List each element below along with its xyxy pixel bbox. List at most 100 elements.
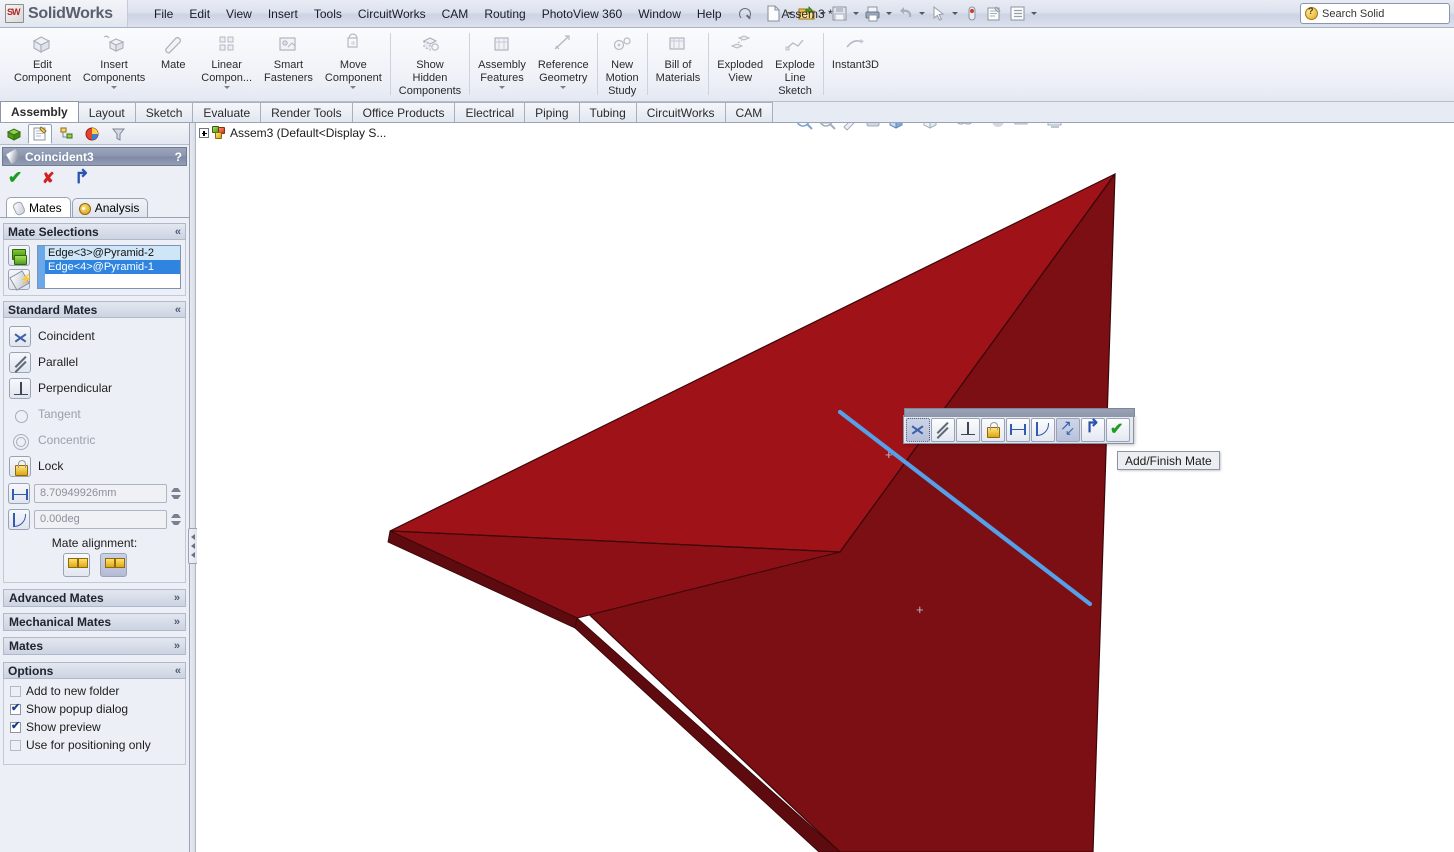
entities-to-mate-icon[interactable] [8,245,30,266]
property-manager-tab[interactable] [28,123,52,144]
ribbon-mate[interactable]: Mate [151,28,195,101]
chevron-up-icon[interactable]: « [175,665,181,677]
aligned-button[interactable] [62,553,90,577]
tab-sketch[interactable]: Sketch [134,102,194,122]
distance-input[interactable]: 8.70949926mm [34,483,167,503]
help-button[interactable]: ? [175,150,182,164]
tab-assembly[interactable]: Assembly [0,101,79,122]
display-style-icon[interactable] [920,123,941,132]
mate-option-perpendicular[interactable]: Perpendicular [8,375,181,401]
menu-item-tools[interactable]: Tools [306,4,350,24]
ribbon-exploded-view[interactable]: Exploded View [711,28,769,101]
undo-caret-icon[interactable] [918,4,927,24]
mechanical-mates-header[interactable]: Mechanical Mates » [3,613,186,631]
pin-icon[interactable] [736,5,753,22]
ribbon-bill-of-materials[interactable]: Bill of Materials [650,28,707,101]
edit-appearance-icon[interactable] [988,123,1009,132]
ribbon-instant3d[interactable]: Instant3D [826,28,885,101]
tab-analysis[interactable]: Analysis [71,198,149,217]
coincident-mate-button[interactable] [906,417,930,442]
tab-layout[interactable]: Layout [77,102,136,122]
option-show-popup-dialog[interactable]: Show popup dialog [8,700,181,718]
save-icon[interactable] [829,3,851,25]
checkbox[interactable] [10,701,21,715]
menu-item-file[interactable]: File [146,4,181,24]
angle-mate-button[interactable] [1031,417,1055,442]
chevron-down-icon[interactable] [560,86,567,89]
tab-tubing[interactable]: Tubing [578,102,637,122]
zoom-to-area-icon[interactable] [817,123,838,132]
option-add-to-new-folder[interactable]: Add to new folder [8,682,181,700]
options-icon[interactable] [984,3,1006,25]
chevron-down-icon[interactable]: » [174,616,180,628]
mate-option-parallel[interactable]: Parallel [8,349,181,375]
tab-mates[interactable]: Mates [6,197,71,217]
mates-header[interactable]: Mates » [3,637,186,655]
hide-show-items-caret-icon[interactable] [977,123,986,131]
option-show-preview[interactable]: Show preview [8,718,181,736]
ribbon-explode-line-sketch[interactable]: Explode Line Sketch [769,28,821,101]
view-orientation-caret-icon[interactable] [909,123,918,131]
distance-mate-button[interactable] [1006,417,1030,442]
option-use-for-positioning-only[interactable]: Use for positioning only [8,736,181,754]
anti-aligned-button[interactable] [99,553,127,577]
mate-option-lock[interactable]: Lock [8,453,181,479]
distance-icon[interactable] [8,482,30,504]
customize-list-icon[interactable] [1007,3,1029,25]
save-caret-icon[interactable] [852,4,861,24]
angle-icon[interactable] [8,508,30,530]
graphics-area[interactable]: + + Assem3 (Default<Display S... ↗ ↙ ↰ ✔… [197,123,1454,852]
ribbon-show-hidden-components[interactable]: Show Hidden Components [393,28,467,101]
apply-scene-caret-icon[interactable] [1034,123,1043,131]
print-icon[interactable] [862,3,884,25]
tab-office-products[interactable]: Office Products [351,102,456,122]
list-item[interactable]: Edge<3>@Pyramid-2 [45,246,180,260]
chevron-down-icon[interactable] [499,86,506,89]
menu-item-window[interactable]: Window [630,4,689,24]
checkbox[interactable] [10,719,21,733]
tab-electrical[interactable]: Electrical [454,102,526,122]
feature-manager-tab[interactable] [2,124,26,144]
cancel-button[interactable] [41,169,61,190]
chevron-up-icon[interactable]: « [175,226,181,238]
rebuild-icon[interactable] [961,3,983,25]
chevron-up-icon[interactable]: « [175,304,181,316]
panel-splitter[interactable] [190,123,196,852]
zoom-to-fit-icon[interactable] [794,123,815,132]
new-document-caret-icon[interactable] [786,4,795,24]
menu-item-edit[interactable]: Edit [181,4,218,24]
ribbon-assembly-features[interactable]: Assembly Features [472,28,532,101]
print-caret-icon[interactable] [885,4,894,24]
new-document-icon[interactable] [763,3,785,25]
perpendicular-mate-button[interactable] [956,417,980,442]
view-settings-icon[interactable] [1045,123,1066,132]
dimxpert-manager-tab[interactable] [106,124,130,144]
view-settings-caret-icon[interactable] [1068,123,1077,131]
ribbon-linear-component-pattern[interactable]: Linear Compon... [195,28,258,101]
tab-piping[interactable]: Piping [524,102,580,122]
chevron-down-icon[interactable]: » [174,640,180,652]
view-orientation-icon[interactable] [886,123,907,132]
mate-alignment-button[interactable] [1056,417,1080,442]
section-view-icon[interactable] [863,123,884,132]
menu-item-cam[interactable]: CAM [434,4,477,24]
tab-render-tools[interactable]: Render Tools [260,102,353,122]
multiple-mate-mode-icon[interactable] [8,269,32,290]
selected-entities-list[interactable]: Edge<3>@Pyramid-2 Edge<4>@Pyramid-1 [37,245,181,289]
tab-cam[interactable]: CAM [724,102,774,122]
ribbon-insert-components[interactable]: Insert Components [77,28,151,101]
checkbox[interactable] [10,739,21,751]
configuration-manager-tab[interactable] [54,124,78,144]
chevron-down-icon[interactable] [111,86,118,89]
undo-icon[interactable] [895,3,917,25]
ribbon-new-motion-study[interactable]: New Motion Study [600,28,645,101]
display-manager-tab[interactable] [80,124,104,144]
display-style-caret-icon[interactable] [943,123,952,131]
ribbon-move-component[interactable]: Move Component [319,28,388,101]
add-finish-mate-button[interactable] [1106,417,1130,442]
undo-button[interactable] [1081,417,1105,442]
tab-evaluate[interactable]: Evaluate [192,102,262,122]
customize-list-caret-icon[interactable] [1030,4,1039,24]
open-folder-caret-icon[interactable] [819,4,828,24]
open-folder-icon[interactable] [796,3,818,25]
